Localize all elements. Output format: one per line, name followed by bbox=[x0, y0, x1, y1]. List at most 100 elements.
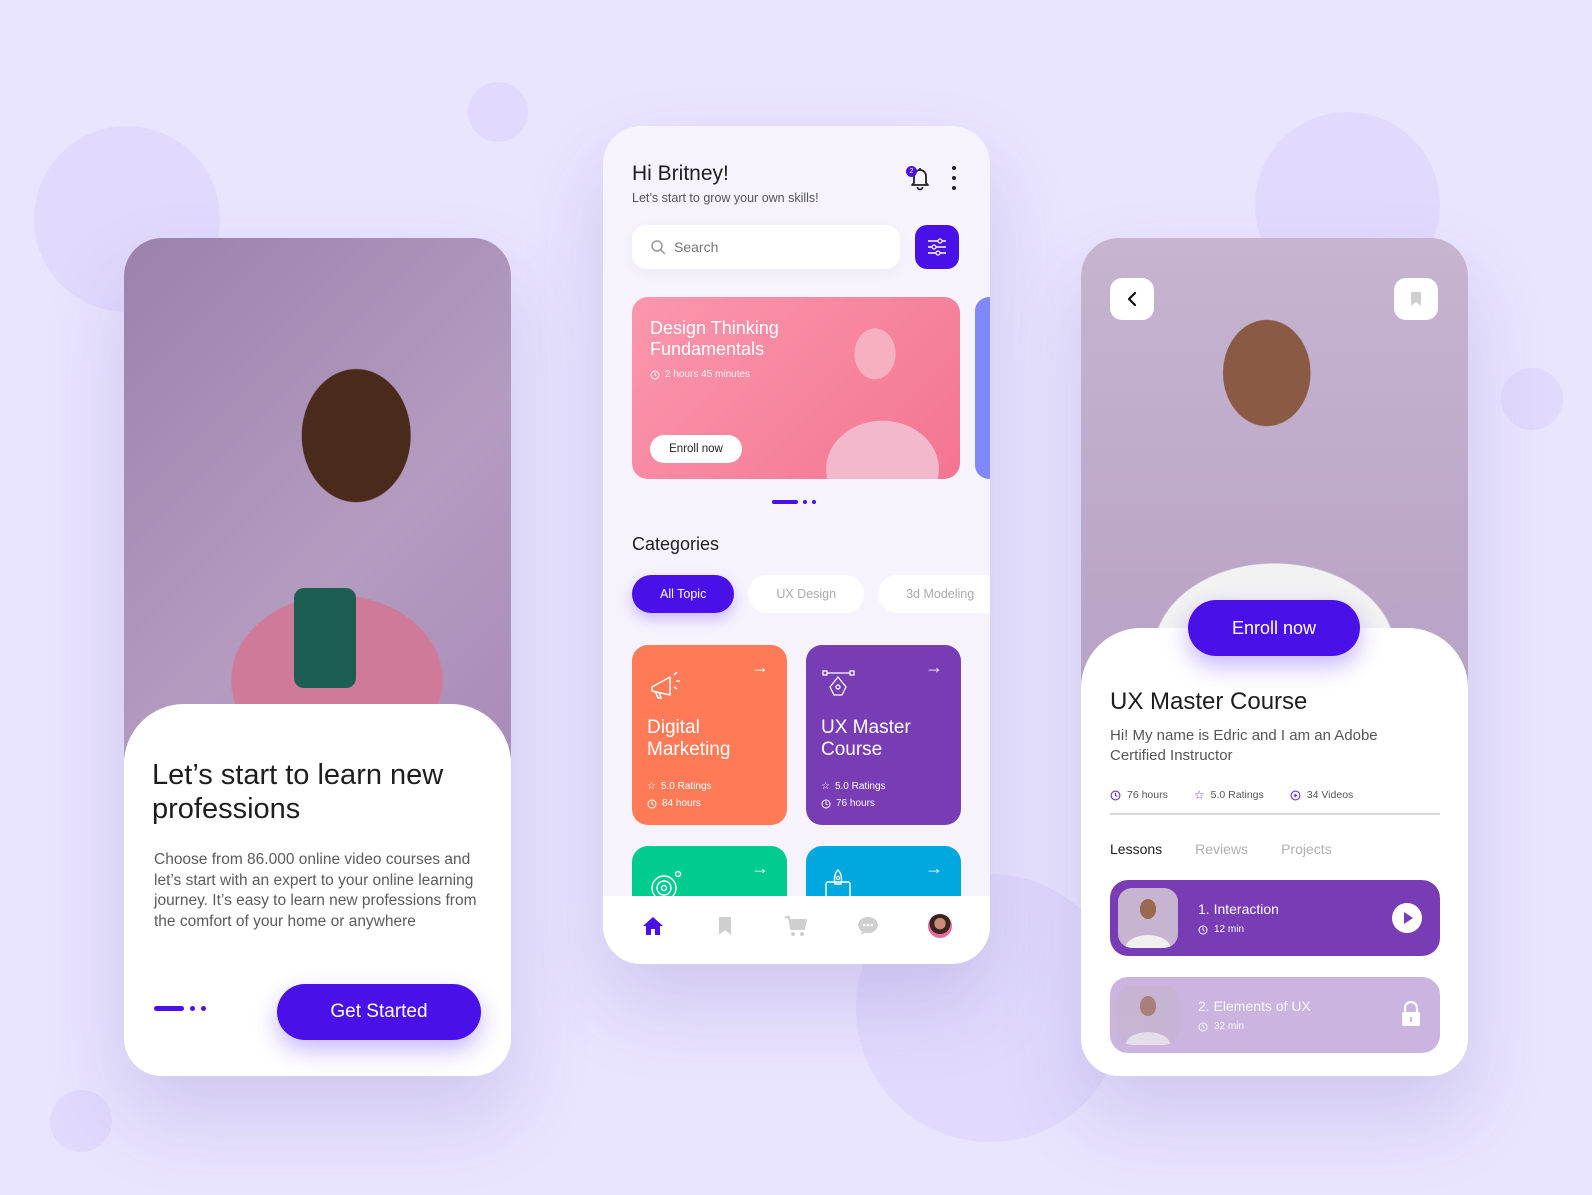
filter-button[interactable] bbox=[915, 225, 959, 269]
lesson-duration-text: 12 min bbox=[1214, 924, 1245, 935]
carousel-indicator-dot bbox=[812, 500, 816, 504]
chip-3d-modeling[interactable]: 3d Modeling bbox=[878, 575, 990, 613]
nav-cart[interactable] bbox=[781, 911, 811, 941]
tab-lessons[interactable]: Lessons bbox=[1110, 841, 1162, 857]
carousel-indicator-dot bbox=[803, 500, 807, 504]
bottom-nav bbox=[603, 896, 990, 964]
course-hours-text: 76 hours bbox=[836, 798, 875, 809]
arrow-right-icon: → bbox=[925, 657, 943, 677]
get-started-button[interactable]: Get Started bbox=[277, 984, 481, 1040]
banner-title: Design Thinking Fundamentals bbox=[650, 318, 779, 359]
hero-photo-phone bbox=[294, 588, 356, 688]
lesson-duration: 32 min bbox=[1198, 1021, 1311, 1032]
lesson-name: 2. Elements of UX bbox=[1198, 998, 1311, 1014]
course-hours: 76 hours bbox=[821, 798, 875, 809]
enroll-now-button[interactable]: Enroll now bbox=[1188, 600, 1360, 656]
page-indicator-active bbox=[154, 1006, 184, 1011]
carousel-indicator-active bbox=[772, 500, 798, 504]
clock-icon bbox=[1110, 790, 1121, 800]
lesson-name: 1. Interaction bbox=[1198, 901, 1279, 917]
lesson-item[interactable]: 2. Elements of UX 32 min bbox=[1110, 977, 1440, 1053]
page-indicator bbox=[154, 1006, 206, 1011]
onboarding-sheet: Let’s start to learn new professions Cho… bbox=[124, 704, 511, 1076]
course-card-ux-master[interactable]: → UX Master Course ☆ 5.0 Ratings 76 hours bbox=[806, 645, 961, 825]
clock-icon bbox=[650, 370, 660, 379]
category-chips: All Topic UX Design 3d Modeling bbox=[632, 575, 990, 613]
course-ratings-text: 5.0 Ratings bbox=[660, 781, 712, 792]
profile-avatar bbox=[928, 914, 953, 938]
detail-tabs: Lessons Reviews Projects bbox=[1110, 841, 1332, 857]
search-input[interactable] bbox=[674, 239, 874, 255]
course-title: Digital Marketing bbox=[647, 717, 731, 760]
megaphone-icon bbox=[651, 671, 680, 699]
lesson-duration: 12 min bbox=[1198, 924, 1279, 935]
stat-videos-text: 34 Videos bbox=[1306, 789, 1354, 801]
arrow-right-icon: → bbox=[751, 657, 769, 677]
nav-bookmarks[interactable] bbox=[710, 911, 740, 941]
stat-ratings: ☆ 5.0 Ratings bbox=[1194, 788, 1264, 802]
lesson-item[interactable]: 1. Interaction 12 min bbox=[1110, 880, 1440, 956]
bookmark-icon bbox=[1411, 292, 1421, 306]
play-button-icon[interactable] bbox=[1392, 903, 1422, 933]
bg-bubble bbox=[468, 82, 528, 142]
notification-badge: 2 bbox=[906, 166, 917, 177]
course-ratings-text: 5.0 Ratings bbox=[834, 781, 886, 792]
search-icon bbox=[651, 240, 666, 255]
next-banner-peek[interactable] bbox=[975, 297, 990, 479]
chevron-left-icon bbox=[1127, 291, 1137, 307]
bookmark-icon bbox=[718, 917, 731, 935]
course-description: Hi! My name is Edric and I am an Adobe C… bbox=[1110, 727, 1378, 764]
divider bbox=[1110, 813, 1440, 815]
more-options-icon[interactable] bbox=[949, 166, 959, 190]
course-ratings: ☆ 5.0 Ratings bbox=[647, 781, 712, 792]
play-circle-icon bbox=[1290, 790, 1301, 800]
course-stats: 76 hours ☆ 5.0 Ratings 34 Videos bbox=[1110, 788, 1353, 802]
categories-heading: Categories bbox=[632, 534, 720, 554]
nav-messages[interactable] bbox=[853, 911, 883, 941]
course-detail-screen: Enroll now UX Master Course Hi! My name … bbox=[1081, 238, 1468, 1076]
page-indicator-dot bbox=[201, 1006, 206, 1011]
nav-home[interactable] bbox=[638, 911, 668, 941]
search-field[interactable] bbox=[632, 225, 900, 269]
greeting-subtitle: Let’s start to grow your own skills! bbox=[632, 191, 819, 205]
chip-ux-design[interactable]: UX Design bbox=[748, 575, 865, 613]
course-title: UX Master Course bbox=[1110, 688, 1308, 715]
banner-enroll-button[interactable]: Enroll now bbox=[650, 435, 742, 463]
home-icon bbox=[642, 917, 663, 935]
tab-projects[interactable]: Projects bbox=[1281, 841, 1332, 857]
course-hours: 84 hours bbox=[647, 798, 701, 809]
course-card-digital-marketing[interactable]: → Digital Marketing ☆ 5.0 Ratings 84 hour… bbox=[632, 645, 787, 825]
course-ratings: ☆ 5.0 Ratings bbox=[821, 781, 886, 792]
stat-hours-text: 76 hours bbox=[1127, 789, 1168, 801]
course-hours-text: 84 hours bbox=[662, 798, 701, 809]
carousel-indicator bbox=[772, 500, 816, 504]
banner-duration: 2 hours 45 minutes bbox=[650, 369, 750, 380]
banner-duration-text: 2 hours 45 minutes bbox=[665, 369, 751, 380]
bookmark-button[interactable] bbox=[1394, 278, 1438, 320]
page-indicator-dot bbox=[190, 1006, 195, 1011]
nav-profile[interactable] bbox=[925, 911, 955, 941]
lesson-thumbnail bbox=[1118, 888, 1178, 948]
clock-icon bbox=[647, 799, 657, 808]
star-icon: ☆ bbox=[821, 781, 830, 792]
star-icon: ☆ bbox=[1193, 788, 1205, 802]
greeting: Hi Britney! bbox=[632, 162, 729, 185]
onboarding-title: Let’s start to learn new professions bbox=[152, 759, 444, 825]
cart-icon bbox=[785, 916, 808, 936]
chat-icon bbox=[858, 917, 879, 935]
star-icon: ☆ bbox=[647, 781, 656, 792]
course-title: UX Master Course bbox=[821, 717, 911, 760]
tab-reviews[interactable]: Reviews bbox=[1195, 841, 1248, 857]
back-button[interactable] bbox=[1110, 278, 1154, 320]
onboarding-description: Choose from 86.000 online video courses … bbox=[154, 851, 477, 930]
bg-bubble bbox=[50, 1090, 112, 1152]
chip-all-topic[interactable]: All Topic bbox=[632, 575, 735, 613]
stat-hours: 76 hours bbox=[1110, 788, 1168, 802]
clock-icon bbox=[1198, 1022, 1208, 1031]
stat-videos: 34 Videos bbox=[1290, 788, 1354, 802]
lesson-thumbnail bbox=[1118, 985, 1178, 1045]
arrow-right-icon: → bbox=[925, 858, 943, 878]
pen-tool-icon bbox=[822, 670, 855, 696]
featured-course-banner[interactable]: Design Thinking Fundamentals 2 hours 45 … bbox=[632, 297, 960, 479]
clock-icon bbox=[1198, 925, 1208, 934]
